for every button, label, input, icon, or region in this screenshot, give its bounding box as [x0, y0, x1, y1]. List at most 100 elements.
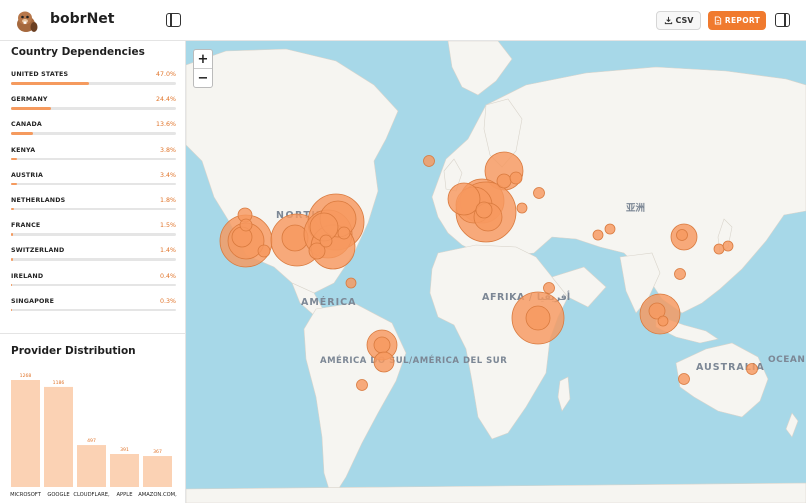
map-marker[interactable] [525, 305, 551, 331]
america-label: AMÉRICA [301, 296, 356, 308]
country-row[interactable]: CANADA 13.6% [11, 121, 176, 146]
map-marker[interactable] [496, 173, 512, 189]
top-bar: bobrNet CSV REPORT [0, 0, 806, 41]
provider-bar-chart: 1268 MICROSOFT 1186 GOOGLE 497 CLOUDFLARE, 391… [10, 373, 177, 498]
country-progress-track [11, 107, 176, 110]
country-progress-track [11, 283, 176, 286]
country-percent: 47.0% [155, 71, 176, 78]
provider-bar-value: 391 [120, 447, 129, 453]
map-marker[interactable] [447, 182, 481, 216]
country-percent: 1.5% [160, 222, 176, 230]
country-name: AUSTRIA [11, 171, 44, 179]
map-marker[interactable] [678, 373, 690, 385]
map-marker[interactable] [257, 244, 271, 258]
country-name: UNITED STATES [11, 71, 69, 78]
provider-bar[interactable] [44, 386, 73, 487]
country-percent: 13.6% [155, 121, 176, 129]
beaver-logo-icon [17, 11, 38, 32]
map-marker[interactable] [657, 315, 669, 327]
map-marker[interactable] [509, 171, 523, 185]
country-name: KENYA [11, 146, 36, 154]
provider-panel-title: Provider Distribution [11, 345, 136, 357]
map-marker[interactable] [337, 226, 351, 240]
country-progress-track [11, 233, 176, 236]
country-progress-fill [11, 132, 34, 135]
map-marker[interactable] [373, 336, 391, 354]
country-row[interactable]: UNITED STATES 47.0% [11, 71, 176, 96]
country-panel-title: Country Dependencies [11, 46, 145, 58]
map-marker[interactable] [592, 229, 604, 241]
map-marker[interactable] [319, 234, 333, 248]
country-percent: 0.4% [160, 272, 176, 280]
country-percent: 0.3% [160, 297, 176, 305]
zoom-out-button[interactable]: − [194, 69, 212, 88]
zoom-in-button[interactable]: + [194, 50, 212, 69]
country-row[interactable]: SINGAPORE 0.3% [11, 298, 176, 323]
asia-label: 亚洲 [626, 203, 645, 214]
report-button[interactable]: REPORT [708, 11, 766, 30]
country-progress-fill [11, 233, 14, 236]
map-marker[interactable] [239, 218, 253, 232]
zoom-controls: + − [193, 49, 213, 88]
country-progress-track [11, 82, 176, 85]
country-name: GERMANY [11, 96, 48, 104]
map-marker[interactable] [543, 282, 555, 294]
provider-bar-value: 497 [87, 438, 96, 444]
provider-bar-label: MICROSOFT [10, 492, 42, 498]
map-marker[interactable] [356, 379, 368, 391]
sidebar: Country Dependencies UNITED STATES 47.0% G… [0, 41, 186, 503]
country-row[interactable]: KENYA 3.8% [11, 147, 176, 172]
right-sidebar-toggle-icon[interactable] [775, 13, 790, 27]
provider-bar[interactable] [11, 380, 40, 487]
map-marker[interactable] [674, 268, 686, 280]
map-marker[interactable] [676, 229, 688, 241]
provider-bar-label: CLOUDFLARE, [73, 492, 110, 498]
country-percent: 3.8% [160, 146, 176, 154]
country-percent: 24.4% [155, 96, 176, 104]
provider-bar[interactable] [143, 456, 172, 487]
csv-export-button[interactable]: CSV [656, 11, 701, 30]
country-row[interactable]: FRANCE 1.5% [11, 222, 176, 247]
country-progress-fill [11, 182, 17, 186]
map-marker[interactable] [533, 187, 545, 199]
left-sidebar-toggle-icon[interactable] [166, 13, 181, 27]
country-progress-fill [11, 258, 14, 261]
map-marker[interactable] [722, 240, 734, 252]
report-label: REPORT [724, 16, 761, 25]
map-marker[interactable] [713, 243, 725, 255]
country-row[interactable]: IRELAND 0.4% [11, 273, 176, 298]
country-percent: 3.4% [160, 171, 176, 179]
map-marker[interactable] [345, 277, 357, 289]
country-progress-track [11, 207, 176, 211]
document-icon [714, 16, 722, 25]
world-map[interactable]: NORTH AMÉRICA AFRIKA / أفريقيا AMÉRICA D… [186, 41, 806, 503]
country-row[interactable]: GERMANY 24.4% [11, 96, 176, 121]
country-row[interactable]: SWITZERLAND 1.4% [11, 247, 176, 272]
provider-bar-label: GOOGLE [47, 492, 69, 498]
country-progress-fill [11, 157, 18, 161]
country-row[interactable]: NETHERLANDS 1.8% [11, 197, 176, 222]
provider-bar-label: APPLE [117, 492, 133, 498]
country-progress-track [11, 308, 176, 312]
map-marker[interactable] [475, 201, 493, 219]
map-marker[interactable] [604, 223, 616, 235]
country-name: IRELAND [11, 272, 44, 280]
map-canvas[interactable]: NORTH AMÉRICA AFRIKA / أفريقيا AMÉRICA D… [186, 41, 806, 503]
country-progress-track [11, 132, 176, 135]
provider-bar[interactable] [110, 454, 139, 487]
provider-bar[interactable] [77, 445, 106, 487]
provider-bar-value: 1186 [53, 380, 65, 386]
south-america-label: AMÉRICA DO SUL/AMÉRICA DEL SUR [320, 354, 507, 366]
map-marker[interactable] [516, 202, 528, 214]
country-name: FRANCE [11, 222, 41, 230]
map-marker[interactable] [746, 363, 758, 375]
country-row[interactable]: AUSTRIA 3.4% [11, 172, 176, 197]
download-icon [664, 16, 672, 25]
country-percent: 1.4% [160, 247, 176, 255]
csv-export-label: CSV [675, 16, 694, 25]
provider-bar-label: AMAZON.COM, [138, 492, 177, 498]
map-marker[interactable] [423, 155, 435, 167]
provider-bar-value: 1268 [20, 373, 32, 379]
map-marker[interactable] [373, 351, 395, 373]
country-progress-track [11, 258, 176, 261]
